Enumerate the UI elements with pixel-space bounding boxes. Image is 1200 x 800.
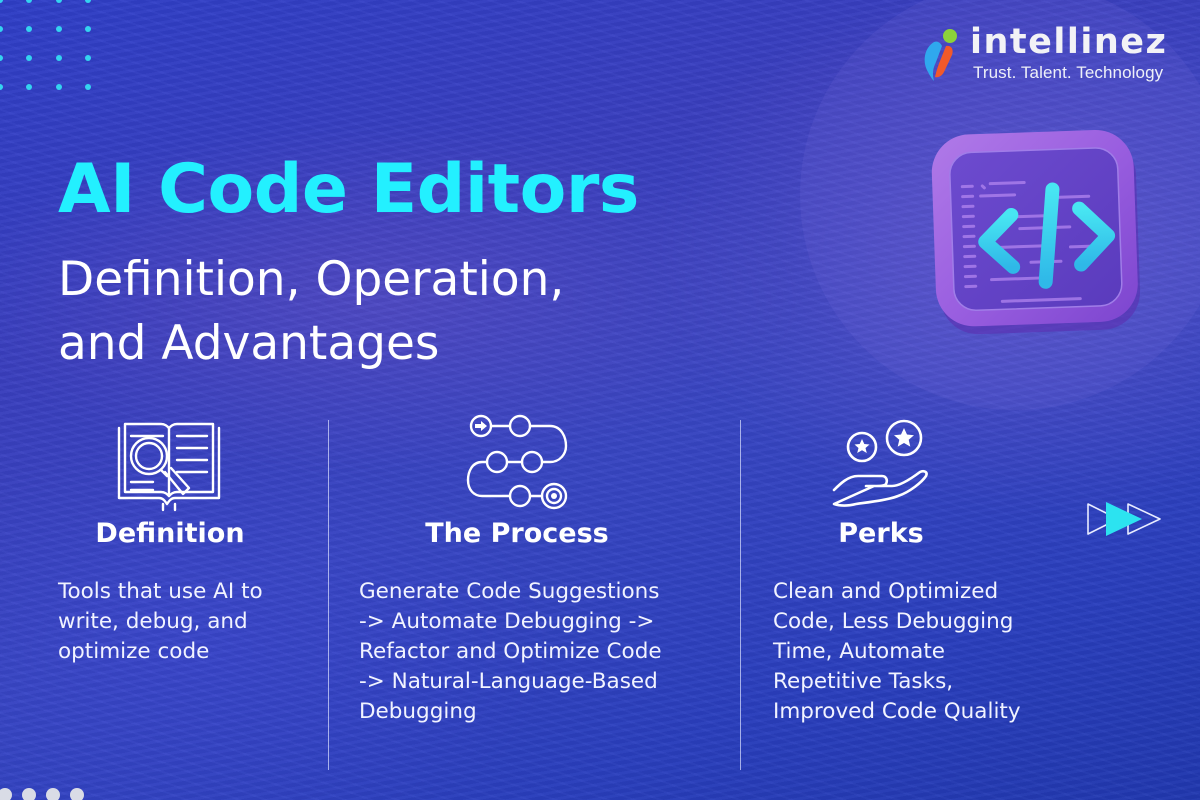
definition-body: Tools that use AI to write, debug, and o… [58,579,263,664]
brand-name: intellinez [970,22,1168,62]
hand-stars-icon [832,419,928,507]
page-subtitle: Definition, Operation, and Advantages [58,248,778,376]
page-title: AI Code Editors [58,150,639,229]
decorative-dot [84,84,91,90]
subtitle-line-1: Definition, Operation, [58,252,565,307]
process-heading: The Process [425,518,609,549]
book-magnifier-icon [117,422,221,512]
definition-heading: Definition [95,518,245,549]
decorative-dot [26,55,33,61]
decorative-dot [55,0,62,3]
decorative-dot [26,0,33,3]
brand-tagline: Trust. Talent. Technology [973,63,1164,82]
process-body: Generate Code Suggestions -> Automate De… [359,579,662,724]
decorative-dot [26,84,33,90]
decorative-dot [84,55,91,61]
perks-body: Clean and Optimized Code, Less Debugging… [773,579,1021,724]
decorative-dot [55,55,62,61]
decorative-dot [26,26,33,32]
decorative-dot [55,26,62,32]
subtitle-line-2: and Advantages [58,316,440,371]
decorative-dot [0,0,3,3]
decorative-dot [84,0,91,3]
decorative-dot [70,788,84,800]
brand-logo: intellinez Trust. Talent. Technology [920,22,1180,84]
decorative-dot [22,788,36,800]
decorative-dot [0,84,3,90]
intellinez-logo-icon [924,29,957,81]
code-brackets-icon [931,129,1141,335]
column-divider [740,420,741,770]
decorative-dot [55,84,62,90]
column-divider [328,420,329,770]
decorative-dot [0,55,3,61]
decorative-dot [0,26,3,32]
decorative-dot [84,26,91,32]
decorative-dot [46,788,60,800]
process-path-icon [466,414,568,510]
perks-heading: Perks [838,518,924,549]
decorative-dot [0,788,12,800]
fast-forward-icon [1087,502,1161,536]
